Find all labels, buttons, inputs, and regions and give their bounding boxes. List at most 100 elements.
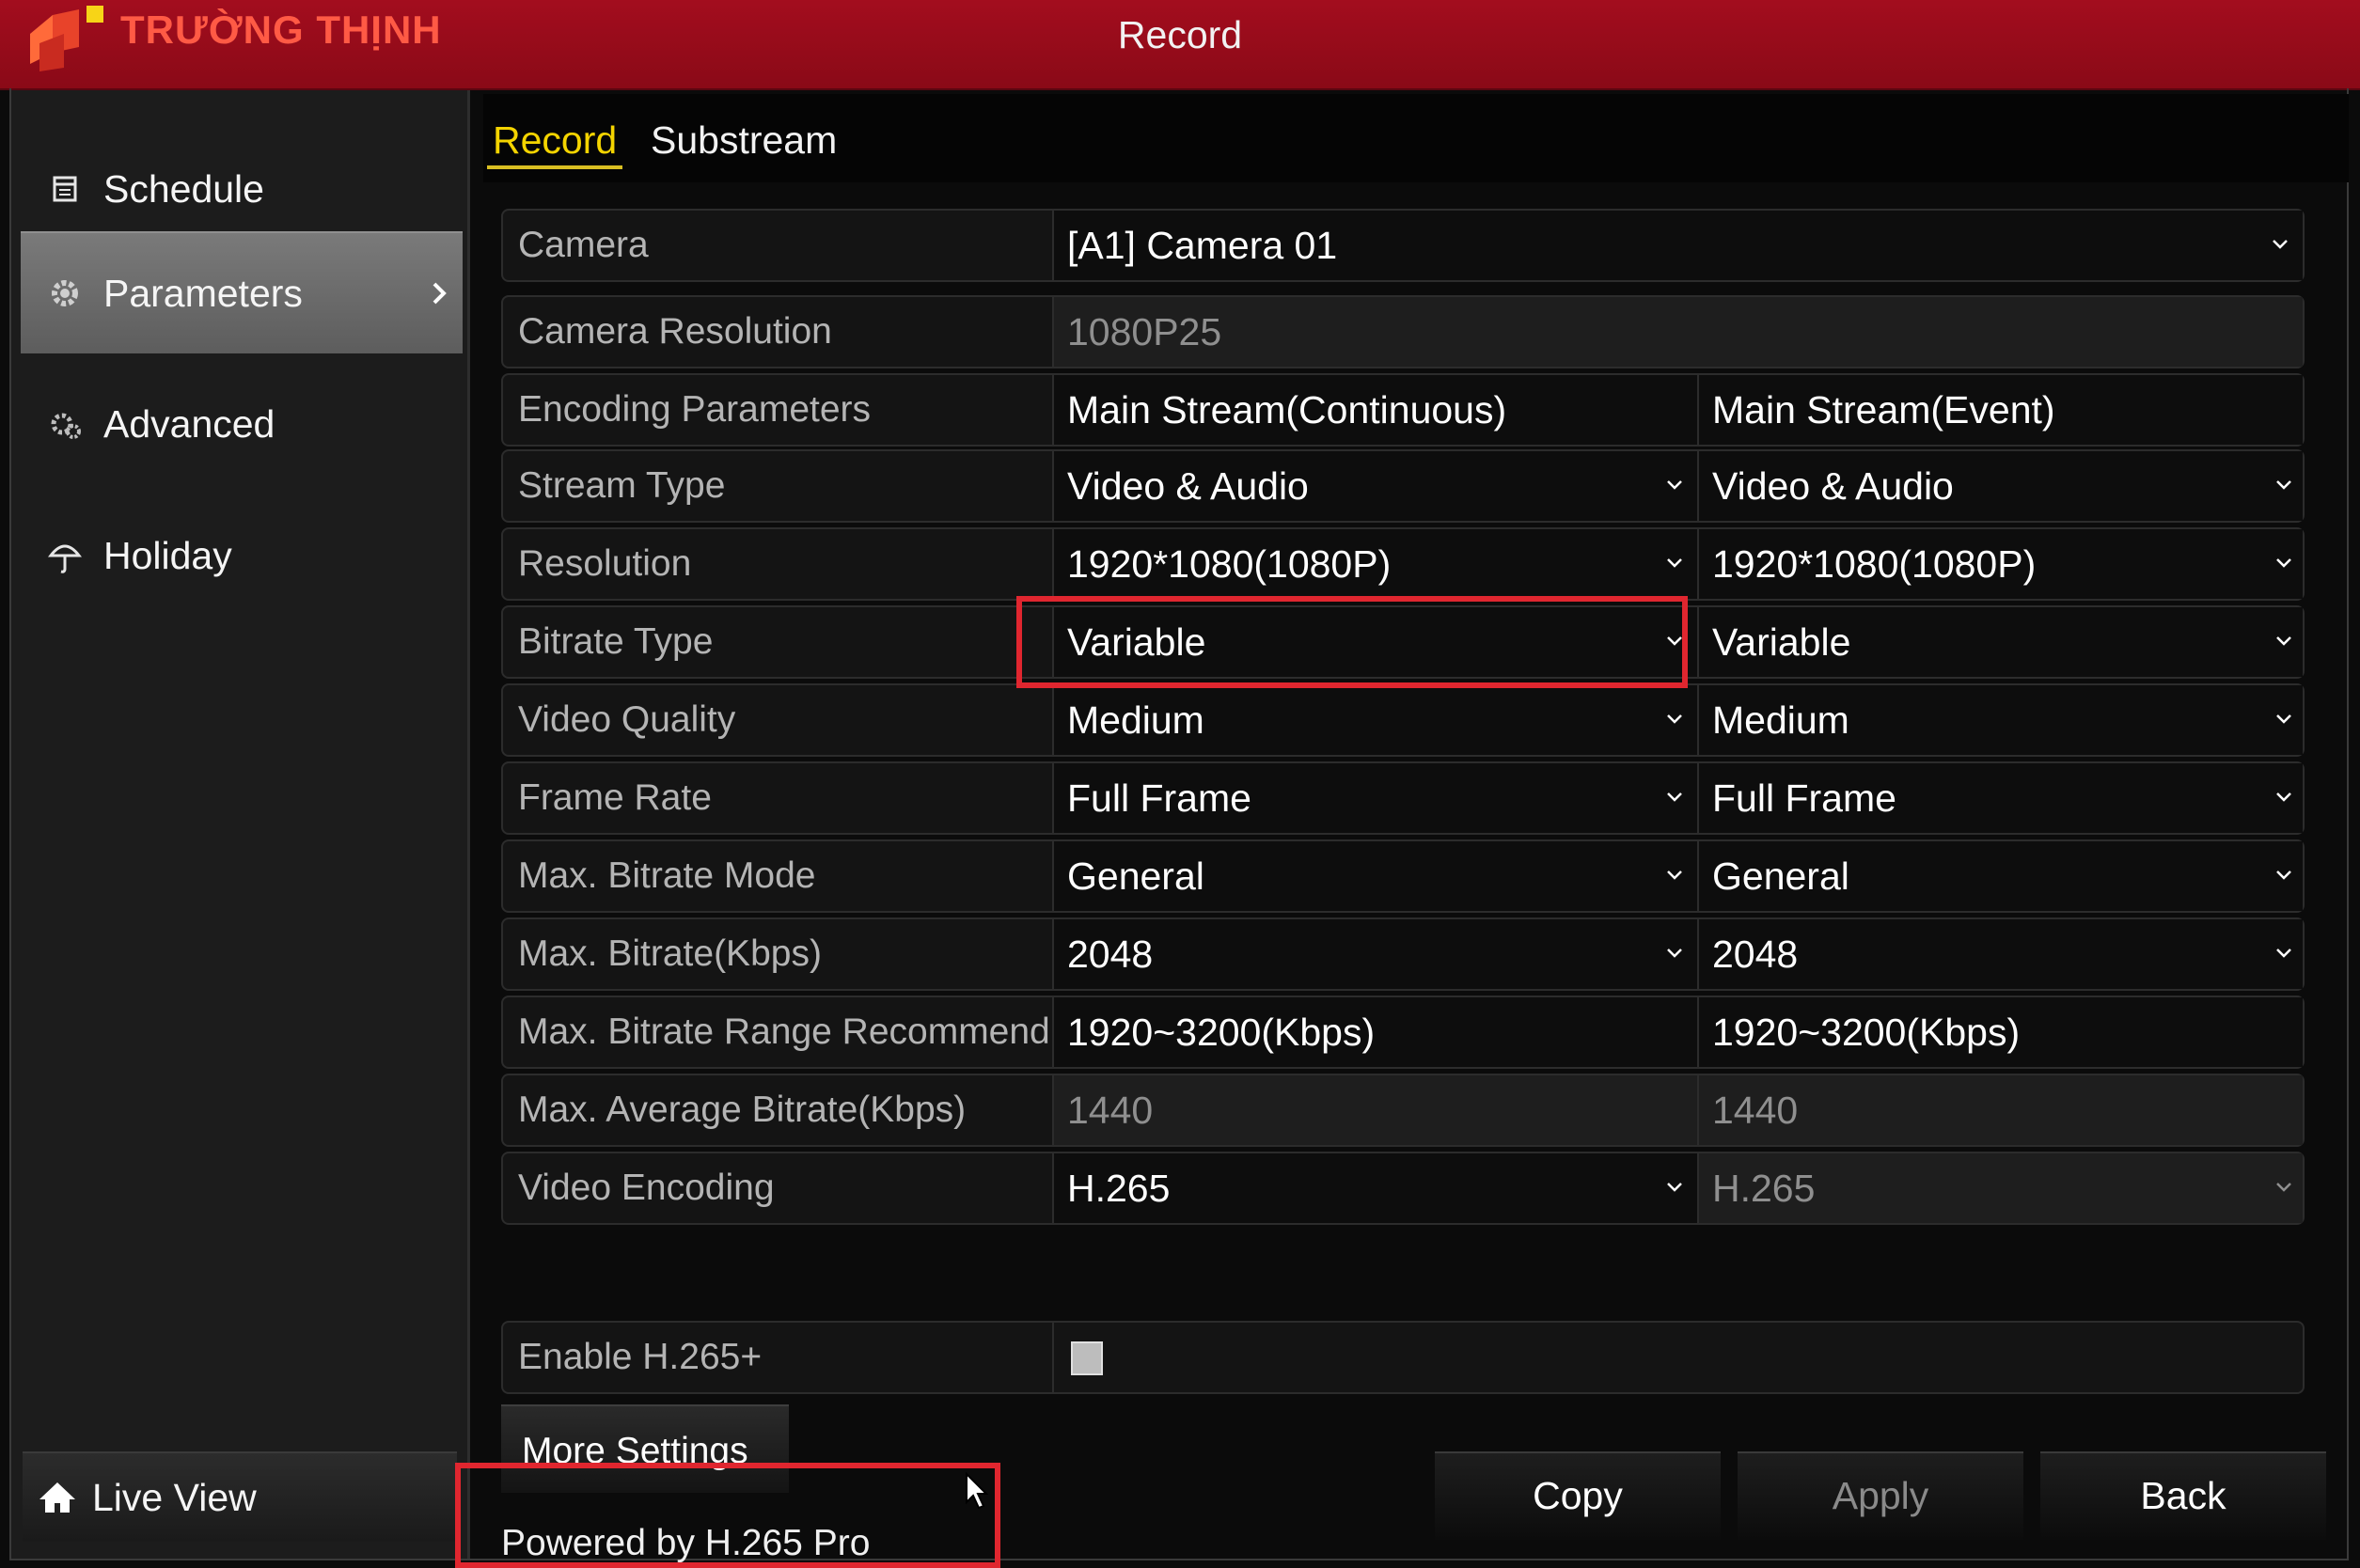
chevron-right-icon [433,282,447,305]
frame-rate-continuous-select[interactable]: Full Frame [1054,763,1699,833]
enable-h265plus-row: Enable H.265+ [501,1321,2305,1394]
max-bitrate-mode-label: Max. Bitrate Mode [503,841,1054,911]
select-value: Full Frame [1712,776,1896,820]
camera-resolution-label: Camera Resolution [503,297,1054,367]
select-value: 2048 [1712,933,1799,976]
stream-type-label: Stream Type [503,451,1054,521]
video-encoding-label: Video Encoding [503,1153,1054,1223]
video-encoding-event-select: H.265 [1699,1153,2303,1223]
max-bitrate-mode-continuous-select[interactable]: General [1054,841,1699,911]
camera-resolution-row: Camera Resolution 1080P25 [501,295,2305,368]
enable-h265plus-label: Enable H.265+ [503,1323,1054,1392]
select-value: General [1712,855,1849,898]
chevron-down-icon [2276,714,2291,724]
max-bitrate-mode-event-select[interactable]: General [1699,841,2303,911]
avg-bitrate-row: Max. Average Bitrate(Kbps) 1440 1440 [501,1074,2305,1147]
apply-button[interactable]: Apply [1738,1451,2023,1540]
home-icon [39,1482,75,1513]
stream-type-row: Stream Type Video & Audio Video & Audio [501,449,2305,523]
chevron-down-icon [2276,949,2291,958]
select-value: H.265 [1712,1167,1816,1210]
bitrate-range-continuous-value: 1920~3200(Kbps) [1054,997,1699,1067]
video-quality-event-select[interactable]: Medium [1699,685,2303,755]
chevron-down-icon [2276,870,2291,880]
sidebar-item-parameters[interactable]: Parameters [21,231,463,353]
chevron-down-icon [2276,480,2291,490]
camera-label: Camera [503,211,1054,280]
camera-resolution-value: 1080P25 [1054,297,2303,367]
select-value: General [1067,855,1204,898]
main-stream-event-header: Main Stream(Event) [1699,375,2303,445]
bitrate-range-row: Max. Bitrate Range Recommend... 1920~320… [501,996,2305,1069]
avg-bitrate-label: Max. Average Bitrate(Kbps) [503,1075,1054,1145]
chevron-down-icon [2276,558,2291,568]
frame-rate-event-select[interactable]: Full Frame [1699,763,2303,833]
live-view-label: Live View [92,1475,257,1519]
video-encoding-continuous-select[interactable]: H.265 [1054,1153,1699,1223]
resolution-row: Resolution 1920*1080(1080P) 1920*1080(10… [501,527,2305,601]
powered-by-highlight-box [455,1463,1000,1568]
title-bar: TRƯỜNG THỊNH Record [0,0,2360,90]
avg-bitrate-event-field: 1440 [1699,1075,2303,1145]
sidebar-item-label: Holiday [103,533,232,577]
max-bitrate-event-select[interactable]: 2048 [1699,919,2303,989]
select-value: Medium [1712,698,1849,742]
video-encoding-row: Video Encoding H.265 H.265 [501,1152,2305,1225]
bitrate-type-event-select[interactable]: Variable [1699,607,2303,677]
select-value: H.265 [1067,1167,1171,1210]
sidebar-item-label: Schedule [103,166,264,211]
chevron-down-icon [1667,792,1682,802]
camera-row: Camera [A1] Camera 01 [501,209,2305,282]
max-bitrate-row: Max. Bitrate(Kbps) 2048 2048 [501,917,2305,991]
tab-substream[interactable]: Substream [645,117,842,169]
chevron-down-icon [2276,636,2291,646]
video-quality-label: Video Quality [503,685,1054,755]
copy-button[interactable]: Copy [1435,1451,1721,1540]
chevron-down-icon [2273,240,2288,249]
back-button[interactable]: Back [2040,1451,2326,1540]
stream-type-continuous-select[interactable]: Video & Audio [1054,451,1699,521]
gears-icon [51,413,81,439]
resolution-label: Resolution [503,529,1054,599]
bitrate-range-label: Max. Bitrate Range Recommend... [503,997,1054,1067]
camera-select[interactable]: [A1] Camera 01 [1054,211,2303,280]
max-bitrate-label: Max. Bitrate(Kbps) [503,919,1054,989]
avg-bitrate-continuous-field: 1440 [1054,1075,1699,1145]
video-quality-continuous-select[interactable]: Medium [1054,685,1699,755]
bitrate-type-label: Bitrate Type [503,607,1054,677]
mouse-cursor-icon [966,1472,989,1510]
chevron-down-icon [1667,870,1682,880]
sidebar-item-advanced[interactable]: Advanced [21,363,463,485]
sidebar: Schedule Parameters Advanced Holiday [11,90,470,1559]
chevron-down-icon [1667,714,1682,724]
enable-h265plus-checkbox[interactable] [1071,1341,1103,1375]
chevron-down-icon [1667,480,1682,490]
gear-icon [52,280,78,306]
bitrate-type-highlight-box [1016,596,1688,688]
encoding-parameters-row: Encoding Parameters Main Stream(Continuo… [501,373,2305,447]
select-value: Medium [1067,698,1204,742]
window-title: Record [1117,13,1243,56]
umbrella-icon [47,544,83,573]
chevron-down-icon [1667,949,1682,958]
select-value: 1920*1080(1080P) [1067,542,1392,586]
stream-type-event-select[interactable]: Video & Audio [1699,451,2303,521]
resolution-event-select[interactable]: 1920*1080(1080P) [1699,529,2303,599]
camera-value: [A1] Camera 01 [1067,224,1338,267]
chevron-down-icon [2276,1183,2291,1192]
frame-rate-row: Frame Rate Full Frame Full Frame [501,761,2305,835]
select-value: Variable [1712,620,1851,664]
select-value: Video & Audio [1067,464,1309,508]
frame-rate-label: Frame Rate [503,763,1054,833]
select-value: 1920*1080(1080P) [1712,542,2037,586]
chevron-down-icon [2276,792,2291,802]
select-value: Video & Audio [1712,464,1954,508]
resolution-continuous-select[interactable]: 1920*1080(1080P) [1054,529,1699,599]
chevron-down-icon [1667,1183,1682,1192]
select-value: 2048 [1067,933,1154,976]
sidebar-item-holiday[interactable]: Holiday [21,494,463,617]
max-bitrate-continuous-select[interactable]: 2048 [1054,919,1699,989]
bitrate-range-event-value: 1920~3200(Kbps) [1699,997,2303,1067]
tab-record[interactable]: Record [487,117,623,169]
live-view-button[interactable]: Live View [23,1451,457,1542]
